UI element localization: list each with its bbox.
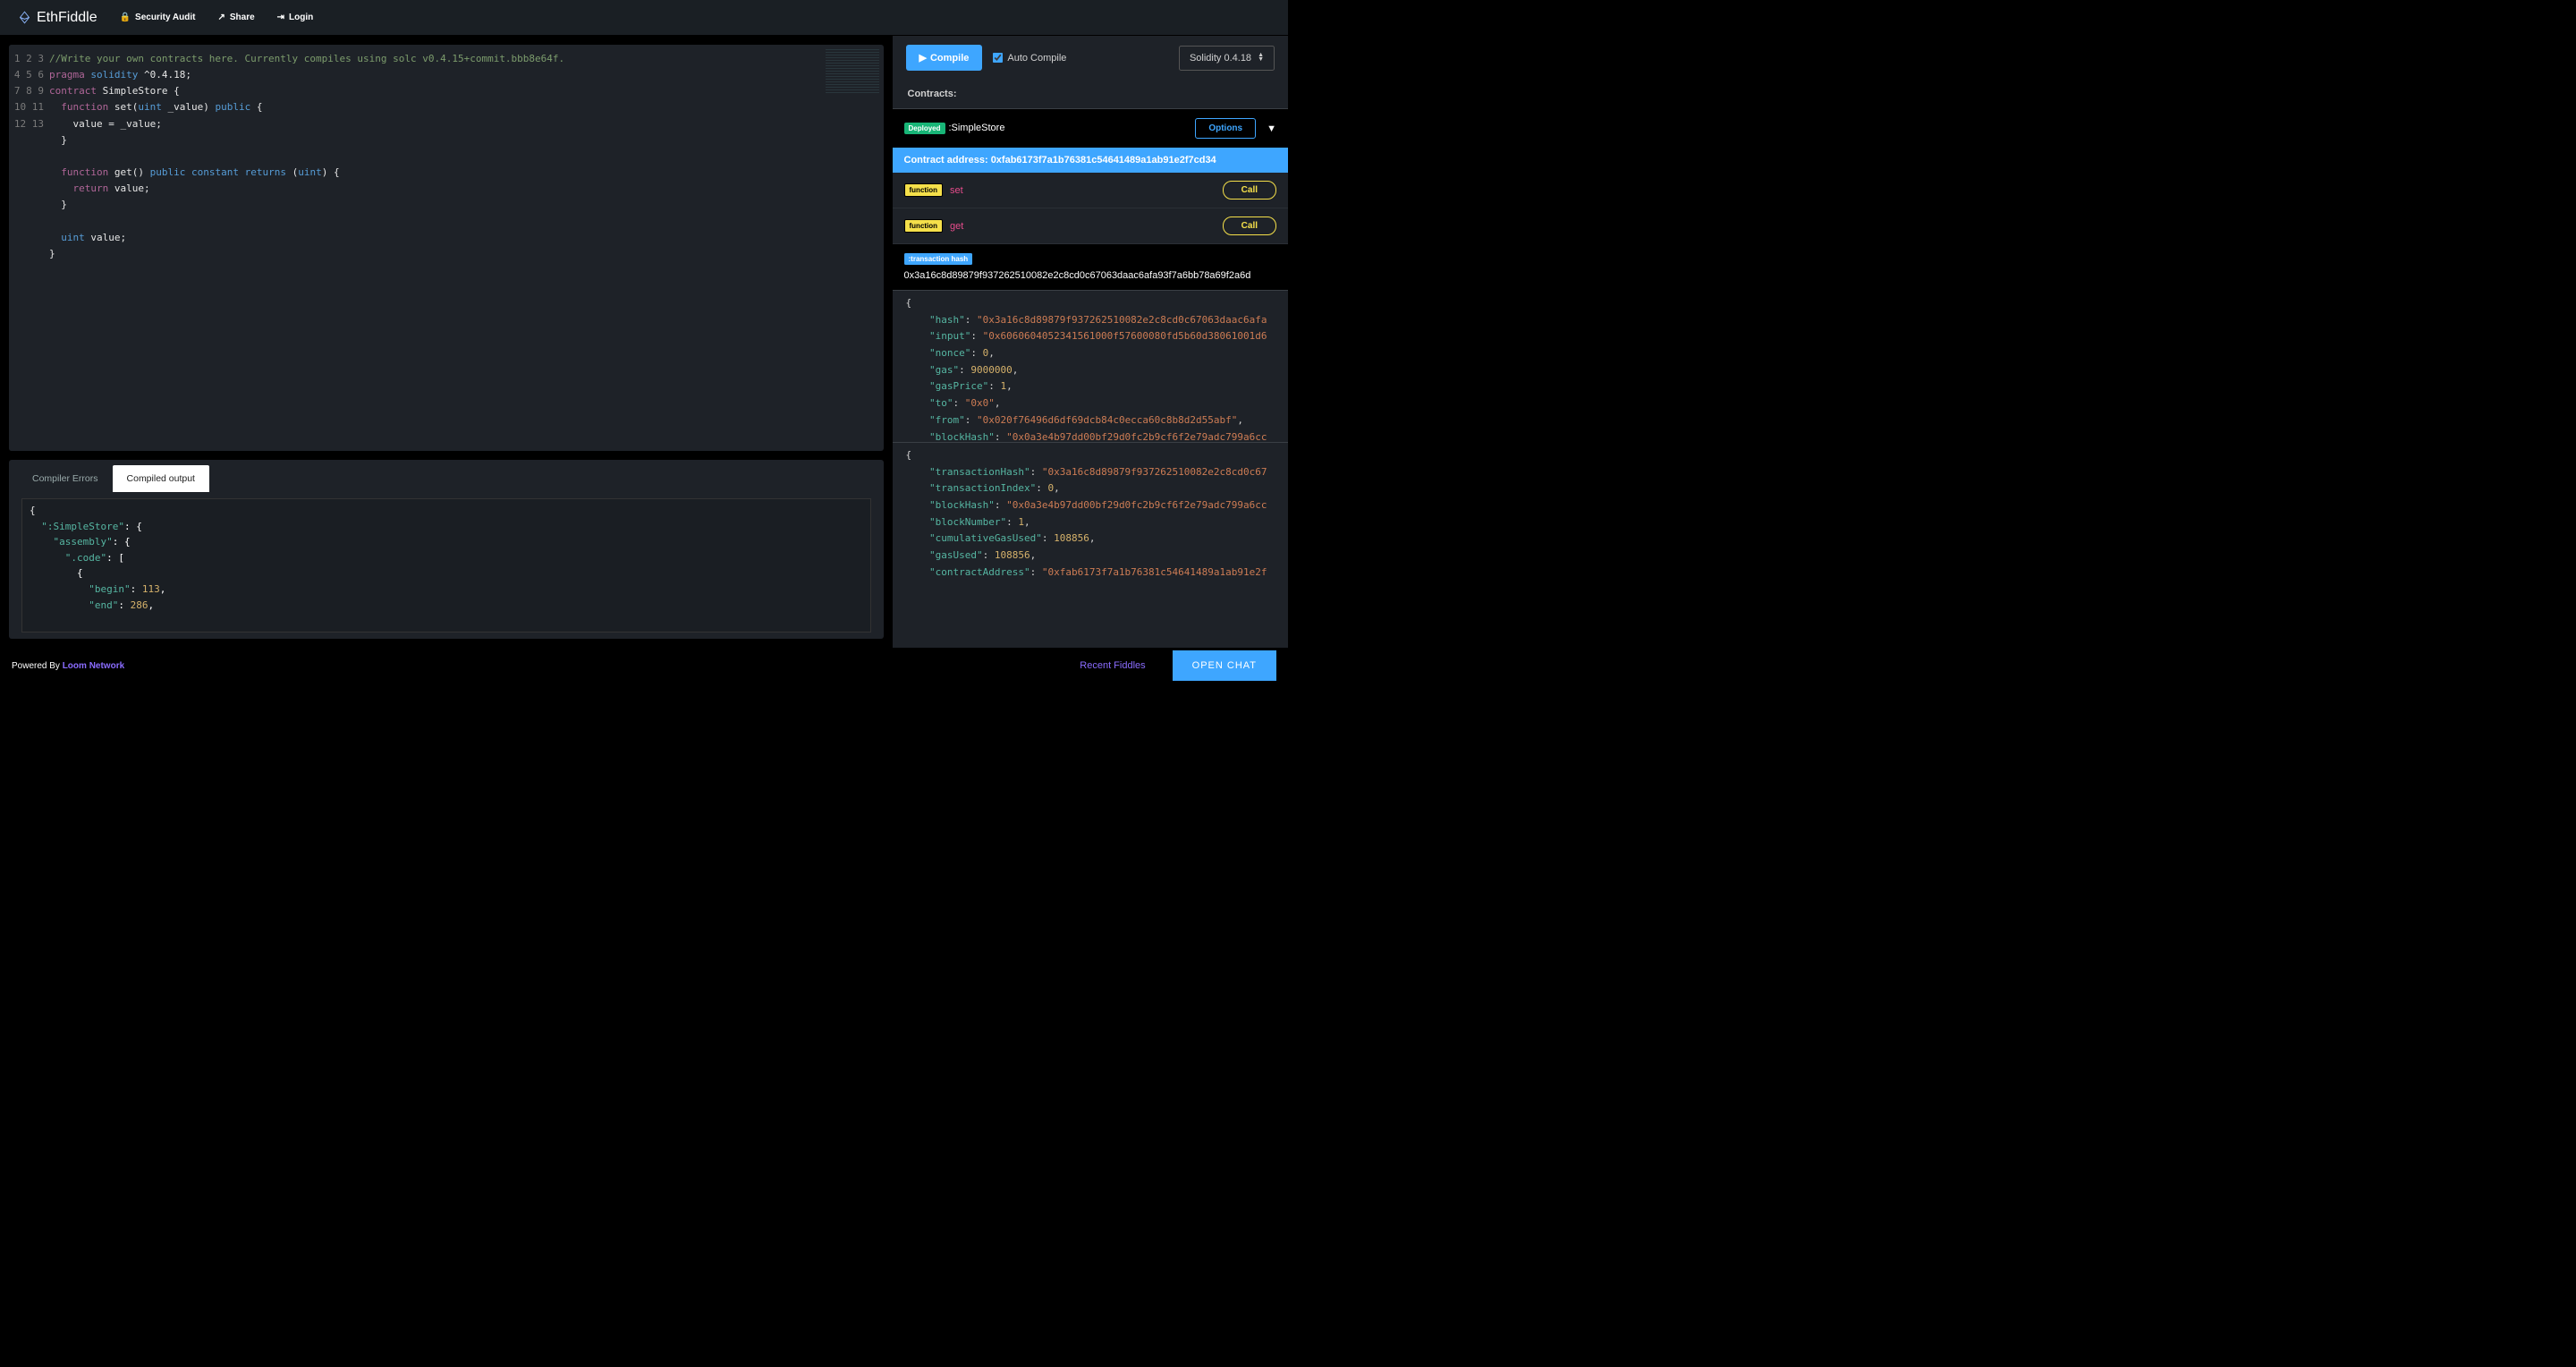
function-badge: function bbox=[904, 219, 944, 233]
share-icon: ↗ bbox=[217, 13, 225, 22]
lock-icon: 🔒 bbox=[120, 13, 131, 22]
footer: Powered By Loom Network Recent Fiddles O… bbox=[0, 648, 1288, 684]
logo-text: EthFiddle bbox=[37, 10, 97, 26]
tab-compiler-errors[interactable]: Compiler Errors bbox=[18, 465, 113, 492]
call-get-button[interactable]: Call bbox=[1223, 217, 1276, 235]
logo-icon bbox=[18, 11, 31, 24]
nav-share-label: Share bbox=[230, 13, 255, 22]
open-chat-button[interactable]: OPEN CHAT bbox=[1173, 650, 1276, 681]
contract-address-bar: Contract address: 0xfab6173f7a1b76381c54… bbox=[893, 148, 1289, 173]
solidity-version-select[interactable]: Solidity 0.4.18 ▲▼ bbox=[1179, 46, 1275, 71]
nav-login-label: Login bbox=[289, 13, 313, 22]
sidebar: ▶ Compile Auto Compile Solidity 0.4.18 ▲… bbox=[893, 36, 1289, 648]
logo[interactable]: EthFiddle bbox=[18, 10, 97, 26]
line-gutter: 1 2 3 4 5 6 7 8 9 10 11 12 13 bbox=[9, 45, 49, 451]
code-area[interactable]: //Write your own contracts here. Current… bbox=[49, 45, 884, 451]
tx-hash-value: 0x3a16c8d89879f937262510082e2c8cd0c67063… bbox=[904, 270, 1251, 281]
deployed-badge: Deployed bbox=[904, 123, 945, 134]
code-editor[interactable]: 1 2 3 4 5 6 7 8 9 10 11 12 13 //Write yo… bbox=[9, 45, 884, 451]
contract-row: Deployed :SimpleStore Options ▼ bbox=[893, 109, 1289, 148]
contracts-heading: Contracts: bbox=[893, 80, 1289, 109]
compile-button[interactable]: ▶ Compile bbox=[906, 45, 983, 71]
powered-by-pre: Powered By bbox=[12, 661, 63, 671]
solidity-version-label: Solidity 0.4.18 bbox=[1190, 53, 1251, 64]
output-panel: Compiler Errors Compiled output { ":Simp… bbox=[9, 460, 884, 639]
recent-fiddles-link[interactable]: Recent Fiddles bbox=[1080, 660, 1145, 671]
function-row-set: function set Call bbox=[893, 173, 1289, 208]
loom-link[interactable]: Loom Network bbox=[63, 661, 124, 671]
auto-compile-label: Auto Compile bbox=[1007, 53, 1066, 64]
compiled-output-body[interactable]: { ":SimpleStore": { "assembly": { ".code… bbox=[21, 498, 871, 633]
call-set-button[interactable]: Call bbox=[1223, 181, 1276, 200]
nav-share[interactable]: ↗ Share bbox=[217, 13, 254, 22]
auto-compile-checkbox[interactable] bbox=[993, 53, 1003, 63]
transaction-hash-box: :transaction hash 0x3a16c8d89879f9372625… bbox=[893, 244, 1289, 290]
contract-name: :SimpleStore bbox=[948, 123, 1004, 133]
sort-icon: ▲▼ bbox=[1258, 54, 1264, 63]
tx-json-view-2[interactable]: { "transactionHash": "0x3a16c8d89879f937… bbox=[893, 442, 1289, 581]
play-icon: ▶ bbox=[919, 52, 927, 64]
function-row-get: function get Call bbox=[893, 208, 1289, 244]
nav-login[interactable]: ⇥ Login bbox=[277, 13, 314, 22]
tx-hash-badge: :transaction hash bbox=[904, 253, 973, 265]
chevron-down-icon[interactable]: ▼ bbox=[1267, 123, 1276, 134]
options-button[interactable]: Options bbox=[1195, 118, 1256, 139]
powered-by: Powered By Loom Network bbox=[12, 661, 124, 671]
tx-json-view-1[interactable]: { "hash": "0x3a16c8d89879f937262510082e2… bbox=[893, 290, 1289, 442]
nav-security-label: Security Audit bbox=[135, 13, 195, 22]
topbar: EthFiddle 🔒 Security Audit ↗ Share ⇥ Log… bbox=[0, 0, 1288, 36]
compile-label: Compile bbox=[930, 53, 969, 64]
nav-security-audit[interactable]: 🔒 Security Audit bbox=[120, 13, 196, 22]
function-name-get: get bbox=[950, 221, 963, 232]
login-icon: ⇥ bbox=[277, 13, 284, 22]
function-name-set: set bbox=[950, 185, 963, 196]
tab-compiled-output[interactable]: Compiled output bbox=[113, 465, 209, 492]
auto-compile-toggle[interactable]: Auto Compile bbox=[993, 53, 1066, 64]
function-badge: function bbox=[904, 183, 944, 197]
